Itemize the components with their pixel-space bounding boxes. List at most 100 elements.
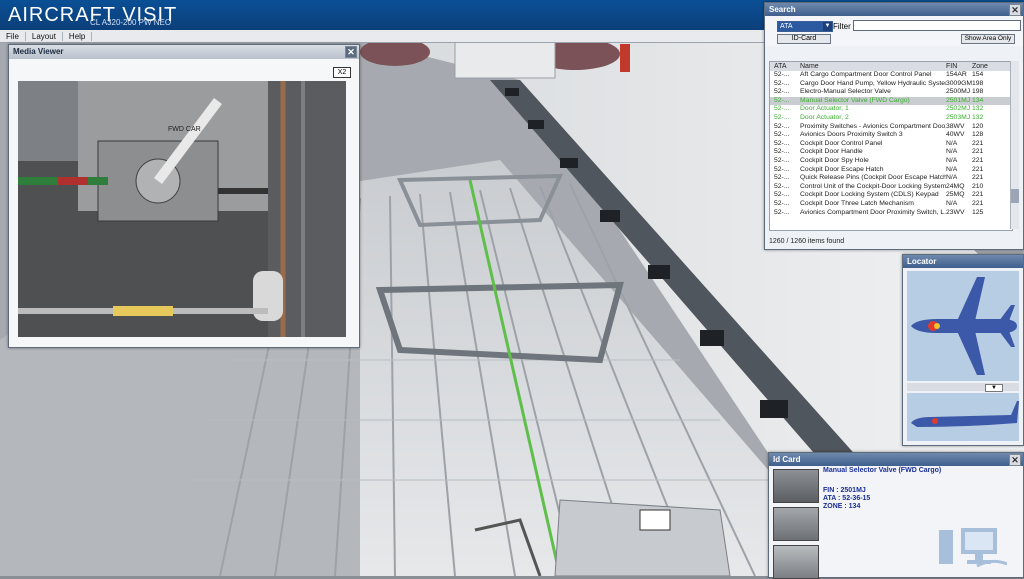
locator-side-view[interactable]	[907, 393, 1019, 441]
locator-header[interactable]: Locator	[903, 255, 1023, 268]
row-ata: 52-...	[774, 139, 790, 147]
row-name: Cargo Door Hand Pump, Yellow Hydraulic S…	[800, 79, 946, 87]
table-row[interactable]: 52-... Manual Selector Valve (FWD Cargo) 2…	[770, 96, 1012, 106]
column-name[interactable]: Name	[798, 62, 946, 71]
id-card-close-button[interactable]: ✕	[1009, 454, 1021, 466]
id-card-header[interactable]: Id Card ✕	[769, 453, 1023, 466]
computer-icon	[937, 524, 1008, 571]
media-viewer-header[interactable]: Media Viewer ✕	[9, 45, 359, 59]
id-card-panel: Id Card ✕ Manual Selector Valve (FWD Car…	[768, 452, 1024, 579]
locator-title: Locator	[907, 257, 937, 266]
row-ata: 52-...	[774, 148, 790, 156]
table-row[interactable]: 52-... Control Unit of the Cockpit-Door L…	[770, 183, 1012, 192]
thumbnail-1[interactable]	[773, 469, 819, 503]
search-panel: Search ✕ ATA ▼ Filter : ID-Card Show Are…	[764, 2, 1024, 250]
filter-label: Filter :	[833, 22, 856, 31]
results-header: ATA Name FIN Zone	[770, 62, 1012, 71]
row-zone: 198	[972, 79, 984, 87]
locator-top-view[interactable]	[907, 271, 1019, 381]
row-zone: 128	[972, 131, 984, 139]
menu-layout[interactable]: Layout	[26, 31, 63, 41]
table-row[interactable]: 52-... Door Actuator, 2 2503MJ 132	[770, 114, 1012, 123]
column-fin[interactable]: FIN	[946, 62, 972, 71]
table-row[interactable]: 52-... Avionics Doors Proximity Switch 3 4…	[770, 131, 1012, 140]
row-fin: N/A	[946, 165, 958, 173]
table-row[interactable]: 52-... Cockpit Door Locking System (CDLS)…	[770, 191, 1012, 200]
row-fin: N/A	[946, 156, 958, 164]
search-controls: ATA ▼ Filter : ID-Card Show Area Only	[765, 16, 1023, 46]
aircraft-model: CL A320-200 PW NEO	[90, 18, 172, 27]
row-ata: 52-...	[774, 96, 790, 104]
zoom-x2-button[interactable]: X2	[333, 67, 351, 78]
column-ata[interactable]: ATA	[770, 62, 798, 71]
row-zone: 154	[972, 71, 984, 78]
component-details: FIN : 2501MJ ATA : 52-36-15 ZONE : 134	[823, 487, 870, 511]
row-name: Cockpit Door Handle	[800, 148, 863, 156]
row-name: Electro-Manual Selector Valve	[800, 88, 891, 96]
row-fin: 154AR	[946, 71, 967, 78]
table-row[interactable]: 52-... Cockpit Door Handle N/A 221	[770, 148, 1012, 157]
component-zone: ZONE : 134	[823, 503, 861, 510]
row-name: Door Actuator, 1	[800, 105, 849, 113]
thumbnail-2[interactable]	[773, 507, 819, 541]
row-zone: 198	[972, 88, 984, 96]
id-card-button[interactable]: ID-Card	[777, 34, 831, 44]
search-title: Search	[769, 5, 796, 14]
table-row[interactable]: 52-... Proximity Switches - Avionics Comp…	[770, 123, 1012, 132]
row-zone: 221	[972, 199, 984, 207]
table-row[interactable]: 52-... Door Actuator, 1 2502MJ 132	[770, 105, 1012, 114]
row-fin: 24MQ	[946, 182, 965, 190]
media-viewer-panel: Media Viewer ✕ X2 FWD CAR	[8, 44, 360, 348]
row-name: Manual Selector Valve (FWD Cargo)	[800, 96, 910, 104]
locator-panel: Locator ▼	[902, 254, 1024, 446]
show-area-only-button[interactable]: Show Area Only	[961, 34, 1015, 44]
results-table: ATA Name FIN Zone 52-... Aft Cargo Compar…	[769, 61, 1013, 231]
table-row[interactable]: 52-... Cockpit Door Three Latch Mechanism…	[770, 200, 1012, 209]
menu-file[interactable]: File	[0, 31, 26, 41]
table-row[interactable]: 52-... Cockpit Door Control Panel N/A 221	[770, 140, 1012, 149]
row-ata: 52-...	[774, 79, 790, 87]
scrollbar-thumb[interactable]	[1011, 189, 1019, 203]
row-fin: 2502MJ	[946, 105, 971, 113]
row-zone: 221	[972, 165, 984, 173]
row-fin: 2501MJ	[946, 96, 971, 104]
results-body: 52-... Aft Cargo Compartment Door Control…	[770, 71, 1012, 217]
row-zone: 221	[972, 139, 984, 147]
row-ata: 52-...	[774, 131, 790, 139]
row-zone: 125	[972, 208, 984, 216]
locator-splitter[interactable]: ▼	[907, 383, 1019, 392]
row-name: Avionics Compartment Door Proximity Swit…	[800, 208, 946, 216]
table-row[interactable]: 52-... Aft Cargo Compartment Door Control…	[770, 71, 1012, 80]
table-row[interactable]: 52-... Electro-Manual Selector Valve 2500M…	[770, 88, 1012, 97]
results-scrollbar[interactable]	[1010, 61, 1019, 229]
row-zone: 132	[972, 113, 984, 121]
row-zone: 221	[972, 156, 984, 164]
row-name: Proximity Switches - Avionics Compartmen…	[800, 122, 946, 130]
row-fin: 25MQ	[946, 191, 965, 199]
component-ata: ATA : 52-36-15	[823, 495, 871, 502]
thumbnail-3[interactable]	[773, 545, 819, 579]
search-header[interactable]: Search ✕	[765, 3, 1023, 16]
row-name: Aft Cargo Compartment Door Control Panel	[800, 71, 932, 78]
table-row[interactable]: 52-... Cockpit Door Spy Hole N/A 221	[770, 157, 1012, 166]
row-zone: 134	[972, 96, 984, 104]
component-name: Manual Selector Valve (FWD Cargo)	[823, 467, 942, 474]
row-ata: 52-...	[774, 191, 790, 199]
chevron-down-icon[interactable]: ▼	[985, 384, 1003, 392]
component-photo: FWD CAR	[18, 81, 346, 337]
search-type-select[interactable]: ATA ▼	[777, 21, 833, 32]
photo-tag: FWD CAR	[168, 126, 201, 133]
media-viewer-close-button[interactable]: ✕	[345, 46, 357, 58]
column-zone[interactable]: Zone	[972, 62, 998, 71]
search-close-button[interactable]: ✕	[1009, 4, 1021, 16]
filter-input[interactable]	[853, 20, 1021, 31]
row-name: Cockpit Door Control Panel	[800, 139, 883, 147]
row-fin: 23WV	[946, 208, 965, 216]
menu-help[interactable]: Help	[63, 31, 93, 41]
row-fin: 38WV	[946, 122, 965, 130]
row-ata: 52-...	[774, 174, 790, 182]
table-row[interactable]: 52-... Cockpit Door Escape Hatch N/A 221	[770, 166, 1012, 175]
table-row[interactable]: 52-... Cargo Door Hand Pump, Yellow Hydra…	[770, 80, 1012, 89]
table-row[interactable]: 52-... Quick Release Pins (Cockpit Door E…	[770, 174, 1012, 183]
table-row[interactable]: 52-... Avionics Compartment Door Proximit…	[770, 209, 1012, 218]
